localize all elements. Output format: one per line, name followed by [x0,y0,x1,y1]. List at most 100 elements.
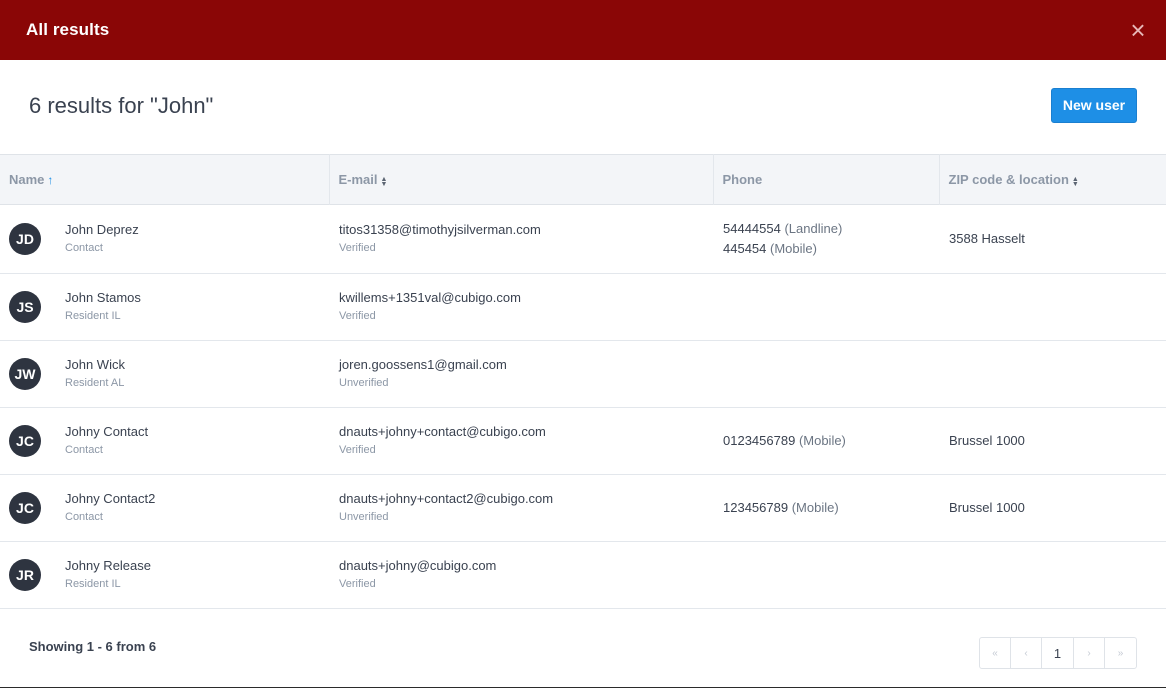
table-footer: Showing 1 - 6 from 6 « ‹ 1 › » [0,609,1166,688]
sort-asc-icon: ↑ [47,173,54,187]
name-cell: JD John Deprez Contact [0,205,329,274]
chevron-left-icon: ‹ [1024,647,1028,659]
user-location: 3588 Hasselt [949,231,1025,246]
column-header-phone: Phone [713,154,940,205]
phone-line: 0123456789 (Mobile) [723,431,929,451]
last-page-button[interactable]: » [1105,638,1136,668]
chevron-right-icon: › [1087,647,1091,659]
column-header-name[interactable]: Name ↑ [0,154,330,205]
user-location: Brussel 1000 [949,433,1025,448]
page-button-current[interactable]: 1 [1042,638,1074,668]
user-location: Brussel 1000 [949,500,1025,515]
avatar: JC [9,425,41,457]
table-header-row: Name ↑ E-mail ▲ ▼ Phone ZIP code & location… [0,154,1166,205]
phone-number: 123456789 [723,500,789,515]
double-chevron-left-icon: « [992,647,998,659]
results-title: 6 results for "John" [29,93,214,118]
email-status: Unverified [339,511,389,523]
name-cell: JW John Wick Resident AL [0,341,329,408]
email-status: Verified [339,578,376,590]
user-email: dnauts+johny+contact@cubigo.com [339,424,546,439]
phone-type: (Landline) [784,221,843,236]
phone-cell [713,542,939,609]
modal-title: All results [26,20,110,39]
phone-number: 445454 [723,241,767,256]
user-email: dnauts+johny+contact2@cubigo.com [339,491,554,506]
table-row[interactable]: JC Johny Contact Contact dnauts+johny+conta… [0,408,1166,475]
email-cell: joren.goossens1@gmail.com Unverified [329,341,713,408]
column-label: Name [9,172,45,187]
location-cell: 3588 Hasselt [939,205,1166,274]
phone-type: (Mobile) [791,500,839,515]
phone-cell [713,274,939,341]
user-role: Resident AL [65,377,125,389]
next-page-button[interactable]: › [1074,638,1105,668]
user-role: Contact [65,242,103,254]
sort-both-icon: ▲ ▼ [380,175,388,188]
email-status: Unverified [339,377,389,389]
showing-count: Showing 1 - 6 from 6 [29,638,157,654]
close-icon[interactable]: × [1124,16,1152,44]
double-chevron-right-icon: » [1117,647,1124,659]
phone-cell [713,341,939,408]
column-label: E-mail [338,172,378,187]
email-status: Verified [339,310,376,322]
email-cell: titos31358@timothyjsilverman.com Verified [329,205,713,274]
avatar: JS [9,291,41,323]
phone-cell: 54444554 (Landline) 445454 (Mobile) [713,205,939,274]
phone-line: 54444554 (Landline) [723,219,929,239]
avatar: JR [9,559,41,591]
avatar: JC [9,492,41,524]
location-cell [939,274,1166,341]
table-row[interactable]: JS John Stamos Resident IL kwillems+1351val… [0,274,1166,341]
user-email: dnauts+johny@cubigo.com [339,558,497,573]
phone-cell: 0123456789 (Mobile) [713,408,939,475]
column-header-location[interactable]: ZIP code & location ▲ ▼ [939,155,1166,205]
phone-number: 54444554 [723,221,781,236]
user-name: Johny Contact [65,424,149,439]
results-topbar: 6 results for "John" New user [0,60,1166,154]
user-name: Johny Release [65,558,151,573]
table-body: JD John Deprez Contact titos31358@timothyjs… [0,205,1166,609]
user-role: Resident IL [65,578,121,590]
user-name: John Deprez [65,222,139,237]
user-role: Contact [65,444,103,456]
location-cell: Brussel 1000 [939,475,1166,542]
table-row[interactable]: JR Johny Release Resident IL dnauts+johny@c… [0,542,1166,609]
name-cell: JC Johny Contact2 Contact [0,475,329,542]
column-label: ZIP code & location [948,172,1069,187]
results-table: Name ↑ E-mail ▲ ▼ Phone ZIP code & location… [0,154,1166,609]
user-name: Johny Contact2 [65,491,156,506]
new-user-button[interactable]: New user [1051,87,1137,123]
table-row[interactable]: JD John Deprez Contact titos31358@timothyjs… [0,205,1166,274]
all-results-modal: All results × 6 results for "John" New u… [0,0,1166,688]
first-page-button[interactable]: « [980,638,1011,668]
location-cell [939,341,1166,408]
phone-cell: 123456789 (Mobile) [713,475,939,542]
user-email: joren.goossens1@gmail.com [339,357,507,372]
table-row[interactable]: JC Johny Contact2 Contact dnauts+johny+cont… [0,475,1166,542]
user-name: John Stamos [65,290,141,305]
phone-number: 0123456789 [723,433,796,448]
phone-line: 445454 (Mobile) [723,239,929,259]
email-status: Verified [339,444,376,456]
user-name: John Wick [65,357,125,372]
email-cell: kwillems+1351val@cubigo.com Verified [329,274,713,341]
user-email: kwillems+1351val@cubigo.com [339,290,521,305]
name-cell: JR Johny Release Resident IL [0,542,329,609]
email-status: Verified [339,242,376,254]
phone-type: (Mobile) [798,433,846,448]
location-cell: Brussel 1000 [939,408,1166,475]
column-header-email[interactable]: E-mail ▲ ▼ [329,154,714,205]
table-row[interactable]: JW John Wick Resident AL joren.goossens1@gm… [0,341,1166,408]
avatar: JW [9,358,41,390]
modal-header: All results × [0,0,1166,60]
user-role: Contact [65,511,103,523]
avatar: JD [9,223,41,255]
phone-line: 123456789 (Mobile) [723,498,929,518]
prev-page-button[interactable]: ‹ [1011,638,1042,668]
email-cell: dnauts+johny@cubigo.com Verified [329,542,713,609]
email-cell: dnauts+johny+contact2@cubigo.com Unverifi… [329,475,713,542]
user-role: Resident IL [65,310,121,322]
location-cell [939,542,1166,609]
